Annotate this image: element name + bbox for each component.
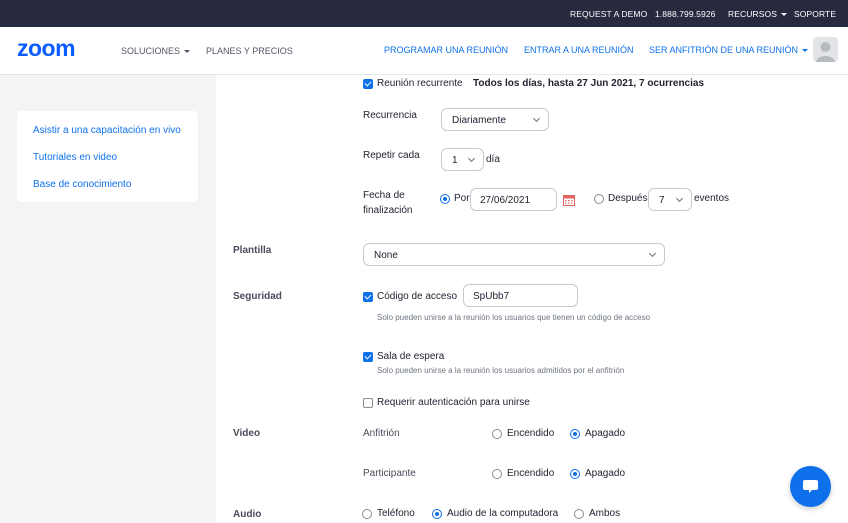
video-participant-label: Participante — [363, 468, 416, 479]
fecha-finalizacion-label-2: finalización — [363, 205, 413, 216]
top-bar: REQUEST A DEMO 1.888.799.5926 RECURSOS S… — [0, 0, 848, 27]
occurrences-value: 7 — [659, 195, 665, 206]
end-date-value: 27/06/2021 — [480, 195, 531, 206]
end-date-input[interactable]: 27/06/2021 — [470, 188, 557, 211]
phone-number[interactable]: 1.888.799.5926 — [655, 9, 716, 19]
passcode-label: Código de acceso — [377, 291, 458, 302]
ser-anfitrion-menu[interactable]: SER ANFITRIÓN DE UNA REUNIÓN — [649, 45, 809, 55]
plantilla-value: None — [374, 250, 398, 261]
main-navbar: zoom SOLUCIONES PLANES Y PRECIOS PROGRAM… — [0, 27, 848, 75]
chevron-down-icon — [532, 114, 541, 123]
chat-icon — [803, 480, 818, 493]
video-host-on-radio[interactable] — [492, 429, 502, 439]
passcode-checkbox[interactable] — [363, 292, 373, 302]
user-silhouette-icon — [816, 42, 835, 62]
passcode-hint: Solo pueden unirse a la reunión los usua… — [377, 313, 651, 322]
caret-down-icon — [184, 50, 191, 54]
waiting-room-label: Sala de espera — [377, 351, 445, 362]
sidebar-item-tutoriales[interactable]: Tutoriales en video — [33, 152, 117, 163]
seguridad-section-label: Seguridad — [233, 291, 282, 302]
video-participant-off-radio[interactable] — [570, 469, 580, 479]
eventos-label: eventos — [694, 193, 730, 204]
video-host-label: Anfitrión — [363, 428, 400, 439]
recurrencia-value: Diariamente — [452, 115, 506, 126]
meeting-form-panel: Reunión recurrente Todos los días, hasta… — [216, 75, 848, 523]
entrar-reunion-link[interactable]: ENTRAR A UNA REUNIÓN — [524, 45, 634, 55]
recursos-menu[interactable]: RECURSOS — [728, 9, 787, 19]
recurrence-summary: Todos los días, hasta 27 Jun 2021, 7 ocu… — [473, 78, 705, 89]
audio-section-label: Audio — [233, 509, 262, 520]
zoom-logo-text: zoom — [17, 39, 75, 59]
recurrencia-select[interactable]: Diariamente — [441, 108, 549, 131]
zoom-logo[interactable]: zoom — [17, 39, 97, 59]
video-host-off-radio[interactable] — [570, 429, 580, 439]
audio-computer-radio[interactable] — [432, 509, 442, 519]
audio-both-label: Ambos — [589, 508, 621, 519]
fecha-finalizacion-label-1: Fecha de — [363, 190, 405, 201]
recurrencia-label: Recurrencia — [363, 110, 417, 121]
sidebar-item-base-conocimiento[interactable]: Base de conocimiento — [33, 179, 131, 190]
chevron-down-icon — [648, 249, 657, 258]
end-after-label: Después — [608, 193, 648, 204]
repetir-cada-value: 1 — [452, 155, 458, 166]
passcode-input[interactable]: SpUbb7 — [463, 284, 578, 307]
end-after-occurrences-radio[interactable] — [594, 194, 604, 204]
audio-phone-radio[interactable] — [362, 509, 372, 519]
repetir-unit: día — [486, 154, 500, 165]
recurring-meeting-checkbox[interactable] — [363, 79, 373, 89]
soluciones-label: SOLUCIONES — [121, 46, 181, 56]
video-participant-off-label: Apagado — [585, 468, 626, 479]
audio-phone-label: Teléfono — [377, 508, 415, 519]
soporte-link[interactable]: SOPORTE — [794, 9, 836, 19]
repetir-cada-select[interactable]: 1 — [441, 148, 484, 171]
recursos-label: RECURSOS — [728, 9, 777, 19]
plantilla-select[interactable]: None — [363, 243, 665, 266]
chevron-down-icon — [467, 154, 476, 163]
waiting-room-checkbox[interactable] — [363, 352, 373, 362]
calendar-icon[interactable] — [563, 194, 575, 206]
require-auth-checkbox[interactable] — [363, 398, 373, 408]
video-host-off-label: Apagado — [585, 428, 626, 439]
passcode-value: SpUbb7 — [473, 291, 510, 302]
audio-both-radio[interactable] — [574, 509, 584, 519]
repetir-cada-label: Repetir cada — [363, 150, 420, 161]
ser-anfitrion-label: SER ANFITRIÓN DE UNA REUNIÓN — [649, 45, 799, 55]
video-host-on-label: Encendido — [507, 428, 555, 439]
sidebar-item-capacitacion[interactable]: Asistir a una capacitación en vivo — [33, 125, 181, 136]
programar-reunion-link[interactable]: PROGRAMAR UNA REUNIÓN — [384, 45, 508, 55]
caret-down-icon — [780, 13, 787, 17]
video-section-label: Video — [233, 428, 261, 439]
video-participant-on-radio[interactable] — [492, 469, 502, 479]
video-participant-on-label: Encendido — [507, 468, 555, 479]
audio-computer-label: Audio de la computadora — [447, 508, 559, 519]
planes-link[interactable]: PLANES Y PRECIOS — [206, 46, 293, 56]
help-sidebar-card: Asistir a una capacitación en vivo Tutor… — [17, 111, 198, 202]
request-demo-link[interactable]: REQUEST A DEMO — [570, 9, 647, 19]
waiting-room-hint: Solo pueden unirse a la reunión los usua… — [377, 366, 625, 375]
user-avatar-icon[interactable] — [813, 37, 838, 62]
end-by-date-label: Por — [454, 193, 470, 204]
caret-down-icon — [802, 49, 809, 53]
soluciones-menu[interactable]: SOLUCIONES — [121, 46, 191, 56]
occurrences-select[interactable]: 7 — [648, 188, 692, 211]
recurring-meeting-label: Reunión recurrente — [377, 78, 463, 89]
chevron-down-icon — [675, 194, 684, 203]
end-by-date-radio[interactable] — [440, 194, 450, 204]
require-auth-label: Requerir autenticación para unirse — [377, 397, 530, 408]
plantilla-section-label: Plantilla — [233, 245, 272, 256]
chat-support-button[interactable] — [790, 466, 831, 507]
